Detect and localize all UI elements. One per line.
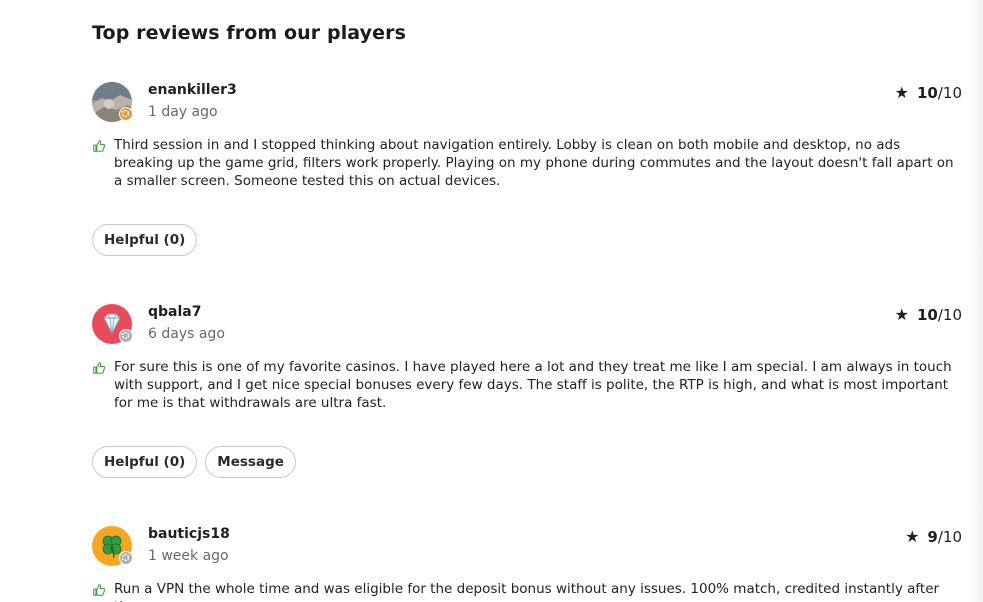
review-username[interactable]: qbala7 bbox=[148, 304, 201, 320]
rating-score: 9 bbox=[927, 528, 938, 546]
thumbs-up-icon bbox=[93, 362, 106, 374]
review-actions: Helpful (0) Message bbox=[92, 446, 962, 478]
review-text: For sure this is one of my favorite casi… bbox=[114, 359, 952, 411]
review-time: 1 week ago bbox=[148, 548, 229, 564]
review-card: enankiller3 1 day ago ★ 10/10 Third sessi… bbox=[92, 82, 962, 256]
star-icon: ★ bbox=[894, 305, 909, 324]
rating-max: /10 bbox=[937, 306, 962, 324]
review-time: 1 day ago bbox=[148, 104, 218, 120]
review-rating: ★ 10/10 bbox=[895, 83, 962, 102]
level-badge-icon bbox=[119, 107, 133, 121]
star-icon: ★ bbox=[894, 83, 909, 102]
review-time: 6 days ago bbox=[148, 326, 225, 342]
review-card: bauticjs18 1 week ago ★ 9/10 Run a VPN th… bbox=[92, 526, 962, 602]
scroll-edge-shadow bbox=[967, 0, 983, 602]
message-button[interactable]: Message bbox=[205, 446, 296, 478]
review-text-block: Run a VPN the whole time and was eligibl… bbox=[92, 580, 962, 602]
star-icon: ★ bbox=[905, 527, 920, 546]
helpful-button[interactable]: Helpful (0) bbox=[92, 446, 198, 478]
review-username[interactable]: bauticjs18 bbox=[148, 526, 230, 542]
review-rating: ★ 10/10 bbox=[895, 305, 962, 324]
review-actions: Helpful (0) bbox=[92, 224, 962, 256]
review-text: Third session in and I stopped thinking … bbox=[114, 137, 954, 189]
thumbs-up-icon bbox=[93, 584, 106, 596]
level-badge-icon bbox=[119, 329, 133, 343]
level-badge-icon bbox=[119, 551, 133, 565]
reviews-page: Top reviews from our players enankiller3… bbox=[0, 0, 983, 602]
review-header: enankiller3 1 day ago ★ 10/10 bbox=[92, 82, 962, 126]
review-text: Run a VPN the whole time and was eligibl… bbox=[114, 581, 940, 602]
review-header: bauticjs18 1 week ago ★ 9/10 bbox=[92, 526, 962, 570]
review-text-block: For sure this is one of my favorite casi… bbox=[92, 358, 962, 412]
section-title: Top reviews from our players bbox=[92, 22, 406, 44]
rating-max: /10 bbox=[937, 84, 962, 102]
rating-score: 10 bbox=[916, 84, 938, 102]
review-header: qbala7 6 days ago ★ 10/10 bbox=[92, 304, 962, 348]
thumbs-up-icon bbox=[93, 140, 106, 152]
review-text-block: Third session in and I stopped thinking … bbox=[92, 136, 962, 190]
review-rating: ★ 9/10 bbox=[905, 527, 962, 546]
rating-max: /10 bbox=[937, 528, 962, 546]
helpful-button[interactable]: Helpful (0) bbox=[92, 224, 198, 256]
review-card: qbala7 6 days ago ★ 10/10 For sure this i… bbox=[92, 304, 962, 478]
rating-score: 10 bbox=[916, 306, 938, 324]
review-username[interactable]: enankiller3 bbox=[148, 82, 237, 98]
